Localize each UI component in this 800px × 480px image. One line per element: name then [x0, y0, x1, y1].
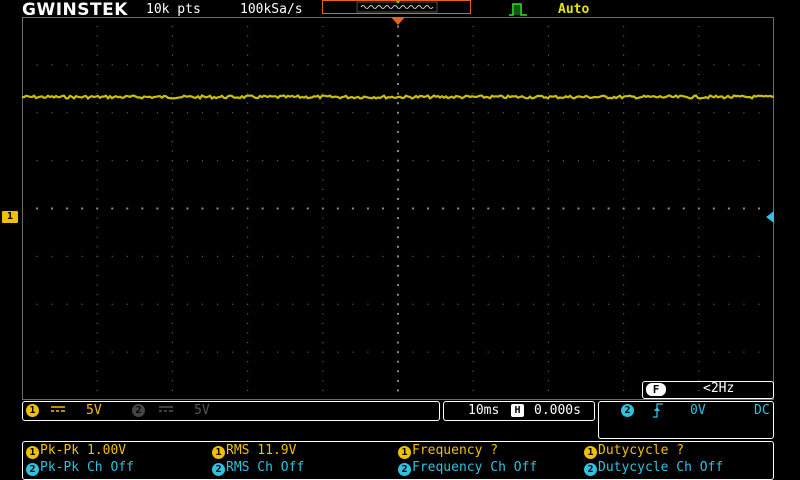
- measurement-label: Frequency ?: [412, 443, 499, 458]
- trigger-position-marker: [391, 17, 405, 25]
- channel-settings-bar: [22, 401, 440, 421]
- ch2-scale[interactable]: 5V: [194, 403, 210, 418]
- ch1-badge: 1: [26, 446, 39, 459]
- frequency-counter-icon: F: [646, 383, 666, 396]
- measurement-item[interactable]: 2 RMS Ch Off: [212, 460, 304, 476]
- horizontal-position[interactable]: 0.000s: [534, 403, 581, 418]
- measurement-label: RMS 11.9V: [226, 443, 297, 458]
- ch1-scale[interactable]: 5V: [86, 403, 102, 418]
- trigger-status-icon: [509, 3, 527, 16]
- ch1-badge: 1: [212, 446, 225, 459]
- ch1-badge: 1: [584, 446, 597, 459]
- ch1-badge: 1: [398, 446, 411, 459]
- ch2-badge: 2: [584, 463, 597, 476]
- measurement-label: Dutycycle ?: [598, 443, 685, 458]
- ch1-badge[interactable]: 1: [26, 404, 39, 417]
- rising-edge-icon: [653, 403, 663, 418]
- ch2-badge[interactable]: 2: [132, 404, 145, 417]
- dc-coupling-icon: [159, 406, 173, 412]
- trigger-level[interactable]: 0V: [690, 403, 706, 418]
- ch1-position-marker[interactable]: 1: [2, 211, 18, 223]
- measurement-item[interactable]: 1 Frequency ?: [398, 443, 498, 459]
- graticule: [22, 17, 774, 400]
- measurement-label: Frequency Ch Off: [412, 460, 538, 475]
- measurement-label: Pk-Pk Ch Off: [40, 460, 134, 475]
- memory-bar: [322, 0, 471, 14]
- measurement-item[interactable]: 1 RMS 11.9V: [212, 443, 296, 459]
- measurement-item[interactable]: 1 Dutycycle ?: [584, 443, 684, 459]
- ch2-badge: 2: [26, 463, 39, 476]
- measurement-item[interactable]: 2 Dutycycle Ch Off: [584, 460, 723, 476]
- horizontal-position-icon: H: [511, 404, 524, 417]
- dc-coupling-icon: [51, 406, 65, 412]
- ch2-badge: 2: [212, 463, 225, 476]
- trigger-status: Auto: [558, 2, 590, 17]
- ch1-trace: [22, 94, 774, 101]
- sample-rate: 100kSa/s: [240, 2, 303, 17]
- measurement-item[interactable]: 1 Pk-Pk 1.00V: [26, 443, 126, 459]
- measurement-item[interactable]: 2 Frequency Ch Off: [398, 460, 537, 476]
- trigger-source-badge[interactable]: 2: [621, 404, 634, 417]
- measurement-label: Pk-Pk 1.00V: [40, 443, 127, 458]
- frequency-counter-value: <2Hz: [703, 381, 735, 396]
- measurement-label: Dutycycle Ch Off: [598, 460, 724, 475]
- record-length: 10k pts: [146, 2, 201, 17]
- timebase-scale[interactable]: 10ms: [468, 403, 499, 418]
- measurement-item[interactable]: 2 Pk-Pk Ch Off: [26, 460, 134, 476]
- trigger-coupling[interactable]: DC: [754, 403, 770, 418]
- waveform-display[interactable]: [22, 17, 774, 400]
- ch2-badge: 2: [398, 463, 411, 476]
- measurement-label: RMS Ch Off: [226, 460, 305, 475]
- trigger-level-marker[interactable]: [766, 211, 774, 223]
